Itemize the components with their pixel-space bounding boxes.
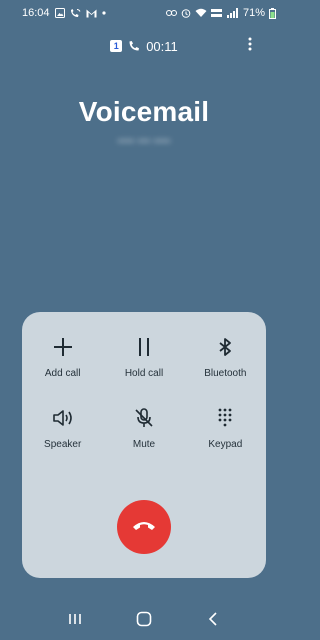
home-button[interactable] [129, 606, 159, 636]
home-icon [136, 611, 152, 632]
end-call-button[interactable] [117, 500, 171, 554]
dot-icon [101, 11, 106, 15]
sim-badge: 1 [110, 40, 123, 52]
navigation-bar [0, 604, 288, 638]
bluetooth-icon [212, 334, 238, 360]
status-left: 16:04 [22, 7, 106, 19]
phone-icon [128, 40, 140, 52]
speaker-button[interactable]: Speaker [22, 405, 103, 450]
wifi-icon [195, 8, 207, 18]
gmail-icon [86, 9, 97, 18]
back-button[interactable] [198, 606, 228, 636]
keypad-label: Keypad [208, 439, 243, 450]
more-options-button[interactable] [242, 37, 258, 55]
speaker-icon [50, 405, 76, 431]
keypad-icon [212, 405, 238, 431]
add-call-button[interactable]: Add call [22, 334, 103, 379]
wifi-calling-icon [70, 8, 81, 18]
caller-number: •••• ••• •••• [117, 134, 171, 148]
bluetooth-button[interactable]: Bluetooth [185, 334, 266, 379]
gallery-icon [54, 8, 65, 18]
recent-apps-icon [68, 612, 82, 630]
control-grid: Add call Hold call Bluetooth Speaker Mut [22, 334, 266, 450]
battery-percent: 71% [242, 7, 265, 19]
speaker-label: Speaker [44, 439, 82, 450]
battery-icon [269, 7, 276, 19]
mic-off-icon [131, 405, 157, 431]
alarm-icon [181, 8, 191, 18]
back-icon [208, 611, 218, 631]
caller-name: Voicemail [78, 96, 210, 127]
pause-icon [131, 334, 157, 360]
add-call-icon [50, 334, 76, 360]
status-bar: 16:04 71% [0, 0, 288, 26]
call-duration: 00:11 [146, 38, 178, 54]
hold-call-label: Hold call [124, 368, 164, 379]
hold-call-button[interactable]: Hold call [103, 334, 184, 379]
bluetooth-label: Bluetooth [204, 368, 247, 379]
add-call-label: Add call [44, 368, 81, 379]
signal-icon [226, 8, 239, 18]
status-right: 71% [165, 7, 276, 19]
volte-icon [210, 8, 223, 18]
mute-label: Mute [132, 439, 156, 450]
call-control-panel: Add call Hold call Bluetooth Speaker Mut [22, 312, 266, 578]
keypad-button[interactable]: Keypad [185, 405, 266, 450]
link-icon [165, 9, 177, 17]
recent-apps-button[interactable] [60, 606, 90, 636]
status-time: 16:04 [22, 7, 50, 19]
more-vert-icon [248, 37, 252, 56]
mute-button[interactable]: Mute [103, 405, 184, 450]
end-call-icon [131, 518, 157, 537]
